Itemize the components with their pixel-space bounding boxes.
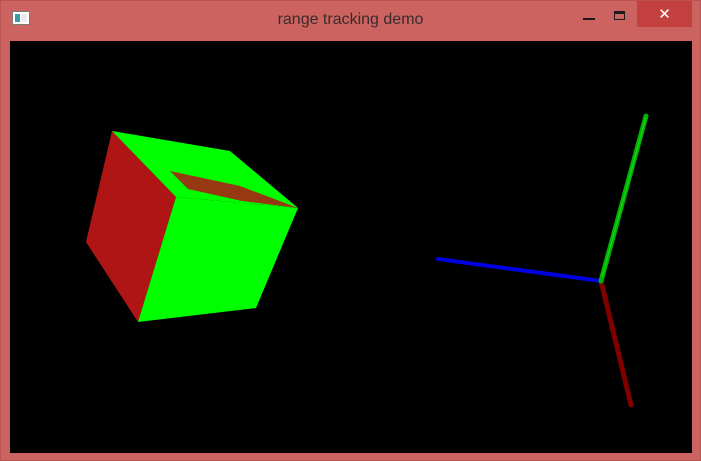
app-window: range tracking demo ✕: [0, 0, 701, 461]
close-icon: ✕: [658, 5, 671, 23]
axis-y-highlight: [601, 116, 647, 278]
maximize-icon: [613, 10, 625, 20]
close-button[interactable]: ✕: [637, 1, 692, 27]
cube: [86, 131, 298, 322]
render-viewport[interactable]: [10, 41, 692, 453]
scene-canvas: [86, 113, 649, 408]
coordinate-axes: [436, 113, 649, 408]
title-bar[interactable]: range tracking demo ✕: [1, 1, 700, 39]
maximize-button[interactable]: [604, 3, 634, 27]
minimize-icon: [582, 18, 595, 20]
minimize-button[interactable]: [575, 3, 602, 27]
axis-x-line: [436, 257, 603, 283]
axis-z-line: [598, 278, 634, 408]
